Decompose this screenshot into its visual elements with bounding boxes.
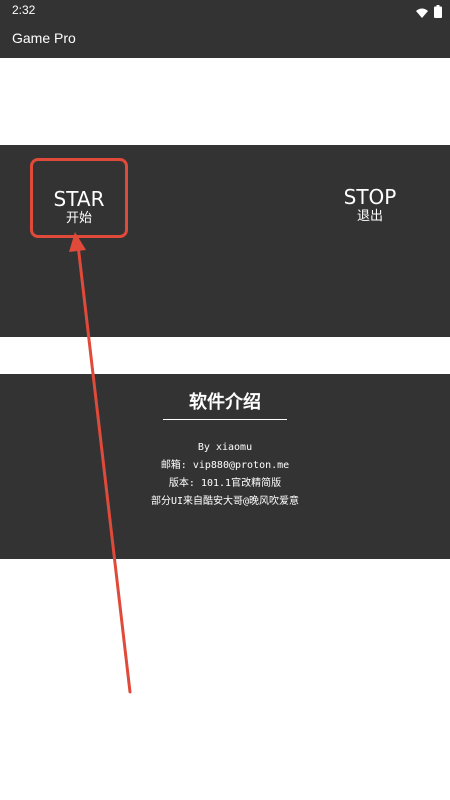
info-author: By xiaomu — [197, 442, 253, 453]
wifi-icon — [416, 3, 428, 22]
start-button-label: STAR — [53, 187, 105, 211]
stop-button-sublabel: 退出 — [356, 209, 383, 224]
info-email: 邮箱: vip880@proton.me — [160, 460, 290, 471]
status-bar: 2:32 — [0, 0, 450, 22]
start-button-sublabel: 开始 — [65, 211, 92, 226]
stop-button[interactable]: STOP 退出 — [320, 173, 420, 225]
status-time: 2:32 — [12, 3, 36, 17]
info-version: 版本: 101.1官改精简版 — [168, 478, 282, 489]
info-title: 软件介绍 — [189, 392, 261, 413]
control-panel: STAR 开始 STOP 退出 — [0, 145, 450, 337]
start-button[interactable]: STAR 开始 — [30, 158, 128, 238]
info-credit: 部分UI来自酷安大哥@晚风吹爱意 — [150, 496, 300, 507]
info-divider — [163, 419, 287, 420]
app-title: Game Pro — [12, 30, 76, 46]
battery-icon — [434, 3, 442, 22]
stop-button-label: STOP — [343, 185, 397, 209]
status-icons — [416, 3, 442, 22]
info-panel: 软件介绍 By xiaomu 邮箱: vip880@proton.me 版本: … — [0, 374, 450, 559]
app-bar: Game Pro — [0, 22, 450, 58]
info-lines: By xiaomu 邮箱: vip880@proton.me 版本: 101.1… — [0, 439, 450, 511]
